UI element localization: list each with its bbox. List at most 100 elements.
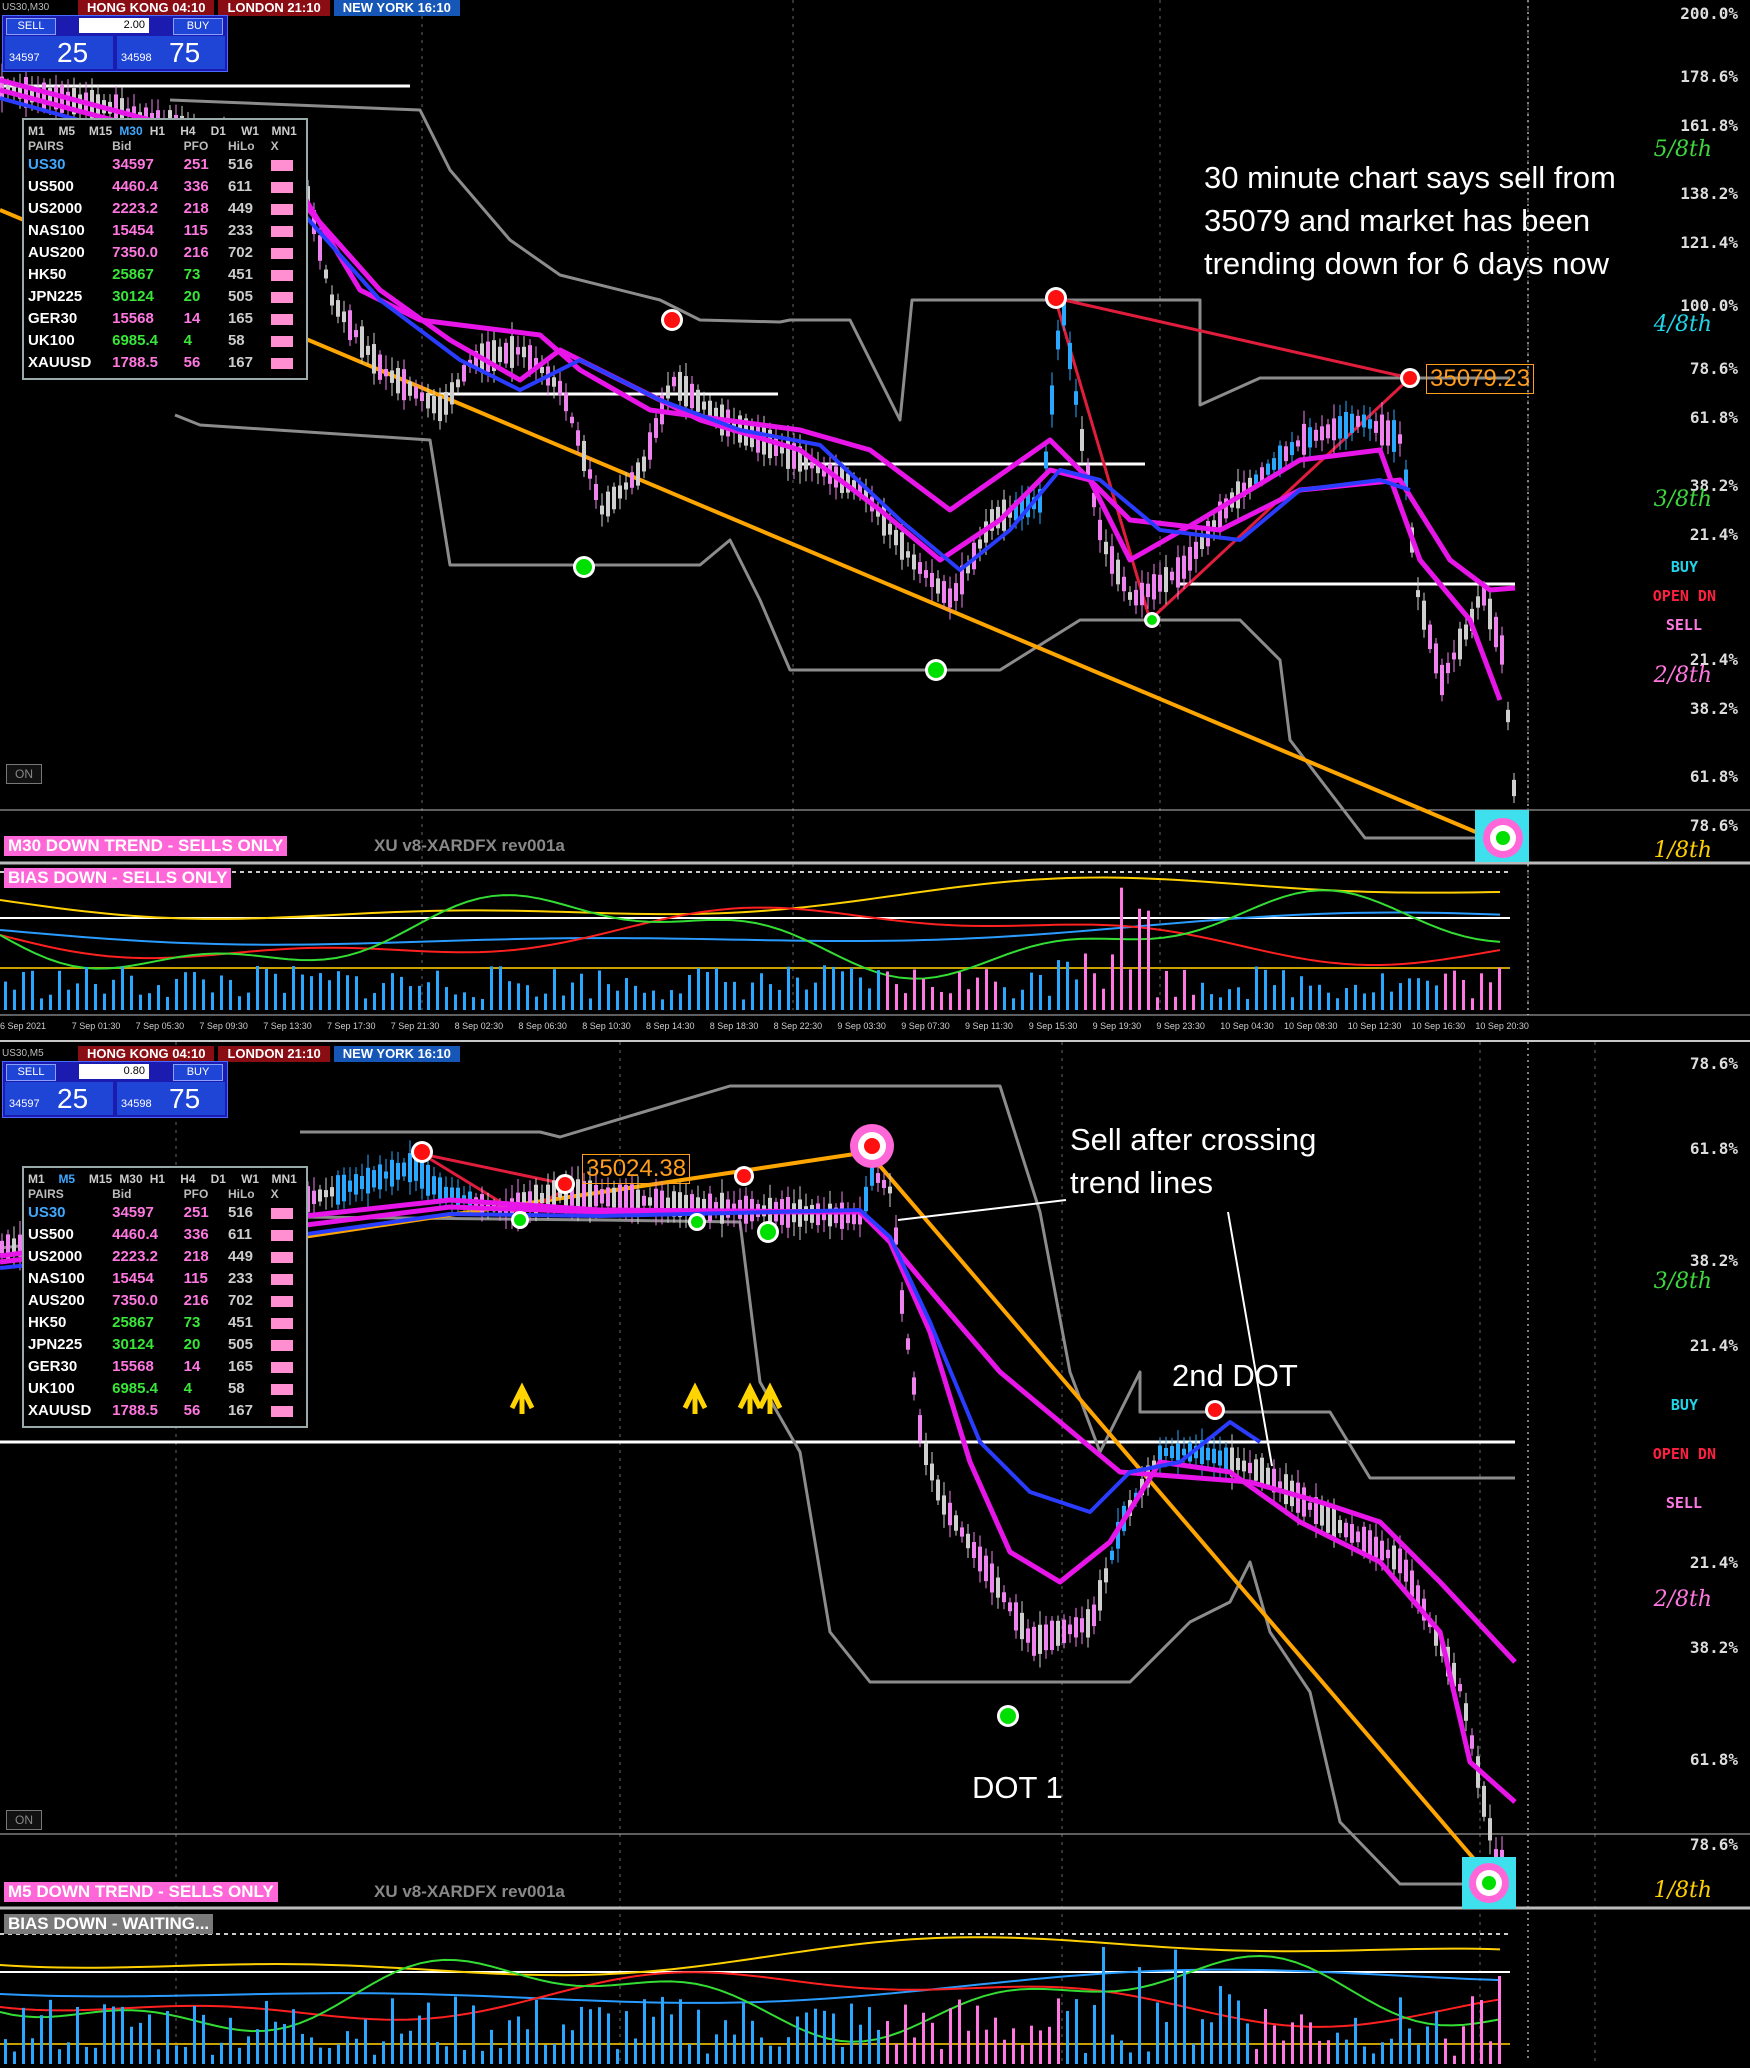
- close-pair-icon[interactable]: [270, 1383, 293, 1395]
- timeframe-w1[interactable]: W1: [241, 1172, 271, 1186]
- pair-row[interactable]: UK100 6985.4 4 58: [28, 1378, 302, 1400]
- on-toggle[interactable]: ON: [6, 1810, 42, 1830]
- close-pair-icon[interactable]: [270, 335, 293, 347]
- histogram-bar: [1399, 983, 1402, 1010]
- timeframe-w1[interactable]: W1: [241, 124, 271, 138]
- timeframe-d1[interactable]: D1: [211, 124, 241, 138]
- histogram-bar: [436, 2041, 439, 2064]
- candle: [396, 1162, 400, 1180]
- pair-row[interactable]: GER30 15568 14 165: [28, 1356, 302, 1378]
- histogram-bar: [868, 988, 871, 1010]
- pair-row[interactable]: US30 34597 251 516: [28, 154, 302, 176]
- timeframe-mn1[interactable]: MN1: [272, 1172, 302, 1186]
- london-session: LONDON 21:10: [218, 1046, 330, 1062]
- pair-name: JPN225: [28, 1336, 83, 1353]
- sell-button[interactable]: SELL: [6, 1064, 56, 1081]
- pair-row[interactable]: UK100 6985.4 4 58: [28, 330, 302, 352]
- pair-row[interactable]: AUS200 7350.0 216 702: [28, 242, 302, 264]
- buy-button[interactable]: BUY: [173, 18, 223, 35]
- sell-price-button[interactable]: 34597 25: [5, 1082, 113, 1115]
- close-pair-icon[interactable]: [270, 269, 293, 281]
- time-label: 9 Sep 03:30: [837, 1021, 886, 1031]
- close-pair-icon[interactable]: [270, 1273, 293, 1285]
- candle: [1506, 709, 1510, 723]
- timeframe-m5[interactable]: M5: [58, 124, 88, 138]
- timeframe-m1[interactable]: M1: [28, 124, 58, 138]
- pair-row[interactable]: XAUUSD 1788.5 56 167: [28, 1400, 302, 1422]
- time-axis: 6 Sep 2021 7 Sep 01:30 7 Sep 05:30 7 Sep 09…: [0, 1018, 1750, 1038]
- pair-row[interactable]: US500 4460.4 336 611: [28, 176, 302, 198]
- close-pair-icon[interactable]: [270, 203, 293, 215]
- histogram-bar: [1462, 979, 1465, 1010]
- histogram-bar: [463, 992, 466, 1010]
- timeframe-d1[interactable]: D1: [211, 1172, 241, 1186]
- timeframe-m1[interactable]: M1: [28, 1172, 58, 1186]
- pair-row[interactable]: NAS100 15454 115 233: [28, 1268, 302, 1290]
- close-pair-icon[interactable]: [270, 181, 293, 193]
- close-pair-icon[interactable]: [270, 1229, 293, 1241]
- close-pair-icon[interactable]: [270, 1295, 293, 1307]
- histogram-bar: [499, 2048, 502, 2064]
- timeframe-mn1[interactable]: MN1: [272, 124, 302, 138]
- histogram-bar: [202, 2014, 205, 2064]
- pair-row[interactable]: GER30 15568 14 165: [28, 308, 302, 330]
- pair-hilo: 58: [227, 1380, 245, 1397]
- close-pair-icon[interactable]: [270, 313, 293, 325]
- timeframe-m5[interactable]: M5: [58, 1172, 88, 1186]
- pair-row[interactable]: AUS200 7350.0 216 702: [28, 1290, 302, 1312]
- sell-button[interactable]: SELL: [6, 18, 56, 35]
- timeframe-m15[interactable]: M15: [89, 1172, 119, 1186]
- lot-size-input[interactable]: 0.80: [79, 1064, 149, 1079]
- sell-price-button[interactable]: 34597 25: [5, 36, 113, 69]
- trendline-red: [421, 1152, 566, 1186]
- close-pair-icon[interactable]: [270, 247, 293, 259]
- pair-row[interactable]: US2000 2223.2 218 449: [28, 198, 302, 220]
- octave-1-8: 1/8th: [1653, 838, 1712, 863]
- histogram-bar: [1489, 982, 1492, 1010]
- pair-row[interactable]: HK50 25867 73 451: [28, 264, 302, 286]
- buy-button[interactable]: BUY: [173, 1064, 223, 1081]
- timeframe-h4[interactable]: H4: [180, 1172, 210, 1186]
- close-pair-icon[interactable]: [270, 291, 293, 303]
- candle: [414, 386, 418, 399]
- m30-chart-panel[interactable]: US30,M30 HONG KONG 04:10 LONDON 21:10 NE…: [0, 0, 1750, 1040]
- symbol-label: US30,M5: [2, 1048, 44, 1059]
- close-pair-icon[interactable]: [270, 159, 293, 171]
- histogram-bar: [1498, 967, 1501, 1010]
- timeframe-h4[interactable]: H4: [180, 124, 210, 138]
- histogram-bar: [1129, 969, 1132, 1010]
- timeframe-m30[interactable]: M30: [119, 1172, 149, 1186]
- close-pair-icon[interactable]: [270, 225, 293, 237]
- timeframe-h1[interactable]: H1: [150, 1172, 180, 1186]
- lot-size-input[interactable]: 2.00: [79, 18, 149, 33]
- pair-bid: 30124: [112, 1336, 154, 1353]
- histogram-bar: [364, 2019, 367, 2064]
- close-pair-icon[interactable]: [270, 357, 293, 369]
- pair-pfo: 216: [183, 244, 209, 261]
- pair-row[interactable]: HK50 25867 73 451: [28, 1312, 302, 1334]
- m5-chart-panel[interactable]: US30,M5 HONG KONG 04:10 LONDON 21:10 NEW…: [0, 1042, 1750, 2068]
- pair-row[interactable]: JPN225 30124 20 505: [28, 1334, 302, 1356]
- timeframe-m30[interactable]: M30: [119, 124, 149, 138]
- candle: [894, 529, 898, 546]
- histogram-bar: [1480, 2000, 1483, 2064]
- close-pair-icon[interactable]: [270, 1251, 293, 1263]
- close-pair-icon[interactable]: [270, 1339, 293, 1351]
- histogram-bar: [931, 2022, 934, 2064]
- close-pair-icon[interactable]: [270, 1317, 293, 1329]
- timeframe-m15[interactable]: M15: [89, 124, 119, 138]
- buy-price-button[interactable]: 34598 75: [117, 36, 225, 69]
- buy-price-button[interactable]: 34598 75: [117, 1082, 225, 1115]
- pair-row[interactable]: NAS100 15454 115 233: [28, 220, 302, 242]
- histogram-bar: [787, 966, 790, 1010]
- pair-row[interactable]: US2000 2223.2 218 449: [28, 1246, 302, 1268]
- close-pair-icon[interactable]: [270, 1361, 293, 1373]
- on-toggle[interactable]: ON: [6, 764, 42, 784]
- pair-row[interactable]: US30 34597 251 516: [28, 1202, 302, 1224]
- close-pair-icon[interactable]: [270, 1405, 293, 1417]
- pair-row[interactable]: JPN225 30124 20 505: [28, 286, 302, 308]
- pair-row[interactable]: XAUUSD 1788.5 56 167: [28, 352, 302, 374]
- pair-row[interactable]: US500 4460.4 336 611: [28, 1224, 302, 1246]
- close-pair-icon[interactable]: [270, 1207, 293, 1219]
- timeframe-h1[interactable]: H1: [150, 124, 180, 138]
